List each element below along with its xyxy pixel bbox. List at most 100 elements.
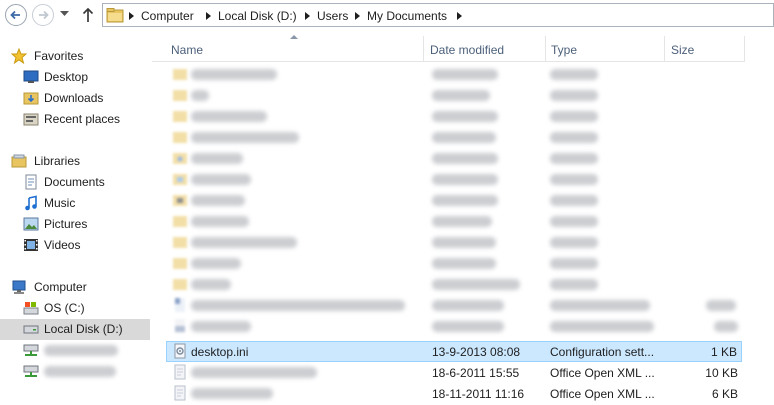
address-bar[interactable]: Computer Local Disk (D:) Users My Docume… [102,3,774,27]
breadcrumb-separator-icon[interactable] [305,12,310,20]
nav-item-documents[interactable]: Documents [0,172,150,193]
file-type: Configuration sett... [550,345,655,359]
file-row[interactable]: 18-6-2011 15:55 Office Open XML ... 10 K… [166,362,742,383]
obscured-label [44,345,118,356]
downloads-folder-icon [23,92,39,105]
nav-item-pictures[interactable]: Pictures [0,214,150,235]
music-folder-icon [173,153,187,164]
obscured-type [550,258,598,269]
file-date: 18-11-2011 11:16 [432,387,525,401]
nav-item-music[interactable]: Music [0,193,150,214]
word-document-icon [174,385,186,401]
word-document-icon [174,364,186,380]
breadcrumb-separator-icon[interactable] [355,12,360,20]
folder-icon [173,90,187,101]
column-header-type[interactable]: Type [551,43,577,57]
recent-locations-chevron-icon[interactable] [60,11,69,17]
nav-libraries[interactable]: Libraries [0,151,150,172]
folder-icon [173,69,187,80]
folder-icon [173,279,187,290]
column-header-name[interactable]: Name [171,43,203,57]
column-header-date[interactable]: Date modified [430,43,504,57]
breadcrumb-computer[interactable]: Computer [141,9,194,23]
obscured-name [191,195,245,206]
obscured-date [432,69,498,80]
file-row-desktop-ini[interactable]: desktop.ini 13-9-2013 08:08 Configuratio… [166,341,742,362]
obscured-type [550,195,598,206]
obscured-date [432,111,498,122]
file-row[interactable] [166,106,742,127]
star-icon [11,48,27,64]
navigation-pane: Favorites Desktop Downloads Recent place… [0,36,152,405]
folder-icon [173,258,187,269]
file-row[interactable] [166,295,742,316]
file-row[interactable] [166,64,742,85]
up-arrow-icon[interactable] [82,7,94,23]
column-divider[interactable] [664,36,665,62]
nav-computer[interactable]: Computer [0,277,150,298]
breadcrumb-separator-icon[interactable] [206,12,211,20]
file-row[interactable] [166,232,742,253]
network-drive-icon [23,344,39,356]
file-type: Office Open XML ... [550,366,655,380]
nav-item-videos[interactable]: Videos [0,235,150,256]
file-row[interactable] [166,211,742,232]
obscured-type [550,300,650,311]
desktop-icon [23,70,39,83]
column-header-size[interactable]: Size [671,43,694,57]
sort-ascending-icon [290,35,298,39]
file-row[interactable] [166,148,742,169]
pictures-folder-icon [173,174,187,185]
obscured-type [550,90,598,101]
videos-folder-icon [173,195,187,206]
file-row[interactable] [166,190,742,211]
breadcrumb-separator-icon[interactable] [457,12,462,20]
breadcrumb-local-disk[interactable]: Local Disk (D:) [218,9,297,23]
file-date: 18-6-2011 15:55 [432,366,520,380]
folder-icon [173,132,187,143]
column-divider[interactable] [744,36,745,62]
nav-favorites[interactable]: Favorites [0,46,150,67]
column-divider[interactable] [545,36,546,62]
obscured-date [432,174,498,185]
obscured-date [432,153,498,164]
back-button[interactable] [5,4,27,26]
obscured-size [714,321,738,332]
breadcrumb-separator-icon[interactable] [129,12,134,20]
nav-item-network-drive[interactable] [0,361,150,382]
file-row[interactable] [166,85,742,106]
file-row[interactable] [166,127,742,148]
obscured-type [550,237,598,248]
obscured-date [432,258,496,269]
nav-item-network-drive[interactable] [0,340,150,361]
nav-item-recent-places[interactable]: Recent places [0,109,150,130]
back-arrow-icon [10,10,20,20]
column-divider[interactable] [423,36,424,62]
os-drive-icon [23,302,39,315]
file-row[interactable]: 18-11-2011 11:16 Office Open XML ... 6 K… [166,383,742,404]
music-icon [25,195,37,211]
network-drive-icon [23,365,39,377]
nav-item-local-disk-d[interactable]: Local Disk (D:) [0,319,150,340]
forward-button[interactable] [32,4,54,26]
word-document-icon [175,298,185,312]
recent-places-icon [23,113,39,126]
nav-item-desktop[interactable]: Desktop [0,67,150,88]
obscured-type [550,132,598,143]
nav-item-label: Recent places [44,112,121,126]
file-size: 10 KB [705,366,738,380]
breadcrumb-my-documents[interactable]: My Documents [367,9,447,23]
file-row[interactable] [166,274,742,295]
file-row[interactable] [166,316,742,337]
breadcrumb-users[interactable]: Users [317,9,348,23]
nav-libraries-label: Libraries [34,154,81,168]
file-row[interactable] [166,169,742,190]
obscured-date [432,216,492,227]
computer-icon [12,280,26,294]
nav-item-os-drive[interactable]: OS (C:) [0,298,150,319]
file-row[interactable] [166,253,742,274]
nav-item-downloads[interactable]: Downloads [0,88,150,109]
file-type: Office Open XML ... [550,387,655,401]
obscured-name [191,132,299,143]
hard-drive-icon [23,325,39,334]
